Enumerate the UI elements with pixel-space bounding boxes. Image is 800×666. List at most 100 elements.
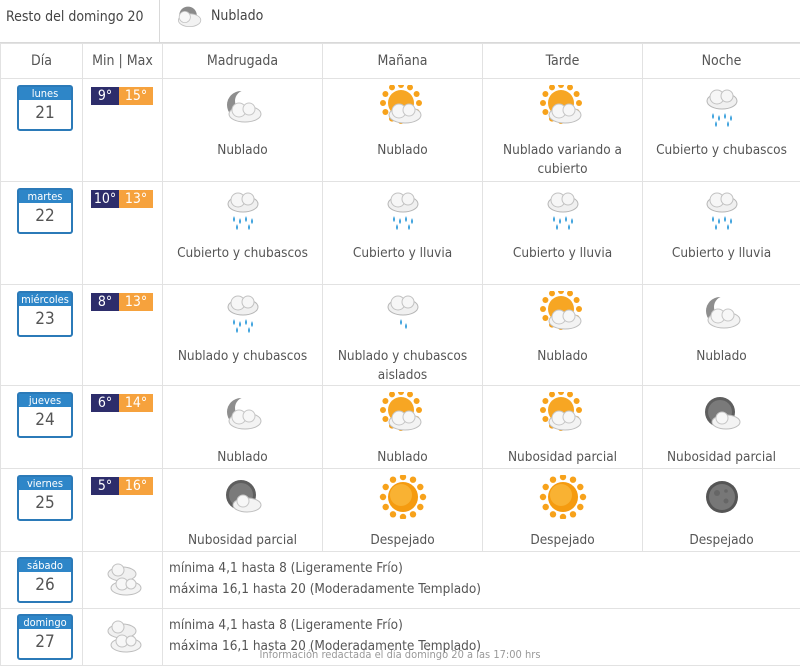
calendar-badge: miércoles23 — [17, 291, 73, 337]
period-cell: Nubosidad parcial — [483, 386, 643, 469]
period-condition: Nubosidad parcial — [483, 448, 642, 467]
cloud-rain-icon — [163, 188, 322, 232]
day-number: 26 — [19, 572, 71, 599]
calendar-badge: jueves24 — [17, 392, 73, 438]
period-cell: Nublado y chubascos — [163, 285, 323, 386]
current-condition-bar: Resto del domingo 20 Nublado — [0, 0, 800, 43]
sun-cloud-icon — [483, 291, 642, 335]
ext-min-line: mínima 4,1 hasta 8 (Ligeramente Frío) — [169, 615, 794, 636]
period-cell: Nublado — [323, 386, 483, 469]
period-condition: Nubosidad parcial — [163, 531, 322, 550]
cloud-light-rain-icon — [323, 291, 482, 335]
moon-cloud-icon — [163, 85, 322, 129]
day-number: 25 — [19, 490, 71, 517]
sun-cloud-icon — [323, 85, 482, 129]
period-cell: Nubosidad parcial — [643, 386, 800, 469]
period-condition: Cubierto y lluvia — [483, 244, 642, 263]
period-cell: Nubosidad parcial — [163, 469, 323, 552]
period-condition: Nublado — [323, 141, 482, 160]
day-name: viernes — [19, 477, 71, 490]
period-cell: Despejado — [643, 469, 800, 552]
period-condition: Cubierto y lluvia — [643, 244, 800, 263]
period-cell: Nublado — [163, 79, 323, 182]
col-manana: Mañana — [323, 44, 483, 79]
moon-icon — [643, 475, 800, 519]
period-condition: Cubierto y chubascos — [643, 141, 800, 160]
period-condition: Nublado y chubascos — [163, 347, 322, 366]
period-cell: Nublado y chubascos aislados — [323, 285, 483, 386]
day-cell: sábado26 — [1, 552, 83, 609]
calendar-badge: lunes21 — [17, 85, 73, 131]
day-name: miércoles — [19, 293, 71, 306]
period-condition: Despejado — [323, 531, 482, 550]
day-row-lunes: lunes219°15°NubladoNubladoNublado varian… — [1, 79, 800, 182]
sun-cloud-icon — [323, 392, 482, 436]
sun-icon — [323, 475, 482, 519]
period-cell: Cubierto y lluvia — [323, 182, 483, 285]
minmax-cell: 6°14° — [83, 386, 163, 469]
moon-cloud-icon — [643, 291, 800, 335]
cloud-rain-icon — [643, 85, 800, 129]
minmax-cell: 9°15° — [83, 79, 163, 182]
ext-icon-cell — [83, 552, 163, 609]
period-cell: Nublado — [163, 386, 323, 469]
col-noche: Noche — [643, 44, 800, 79]
min-temp: 8° — [91, 293, 119, 311]
day-name: martes — [19, 190, 71, 203]
period-cell: Nublado variando a cubierto — [483, 79, 643, 182]
min-temp: 6° — [91, 394, 119, 412]
moon-cloud-icon — [163, 392, 322, 436]
period-condition: Nublado — [643, 347, 800, 366]
minmax-cell: 10°13° — [83, 182, 163, 285]
period-condition: Nublado variando a cubierto — [483, 141, 642, 179]
calendar-badge: sábado26 — [17, 557, 73, 603]
current-condition-text: Nublado — [211, 0, 263, 32]
footer-note: Información redactada el día domingo 20 … — [0, 648, 800, 662]
day-name: domingo — [19, 616, 71, 629]
day-row-jueves: jueves246°14°NubladoNubladoNubosidad par… — [1, 386, 800, 469]
day-row-miércoles: miércoles238°13°Nublado y chubascosNubla… — [1, 285, 800, 386]
day-name: sábado — [19, 559, 71, 572]
minmax-cell: 5°16° — [83, 469, 163, 552]
period-condition: Cubierto y lluvia — [323, 244, 482, 263]
col-tarde: Tarde — [483, 44, 643, 79]
min-temp: 5° — [91, 477, 119, 495]
forecast-table: Día Min | Max Madrugada Mañana Tarde Noc… — [0, 43, 800, 666]
cloud-rain-icon — [643, 188, 800, 232]
rest-of-day-label: Resto del domingo 20 — [0, 0, 160, 42]
cloud-rain-icon — [163, 291, 322, 335]
day-row-viernes: viernes255°16°Nubosidad parcialDespejado… — [1, 469, 800, 552]
calendar-badge: viernes25 — [17, 475, 73, 521]
max-temp: 16° — [119, 477, 153, 495]
sun-icon — [483, 475, 642, 519]
max-temp: 13° — [119, 190, 153, 208]
max-temp: 13° — [119, 293, 153, 311]
min-temp: 10° — [91, 190, 119, 208]
col-day: Día — [1, 44, 83, 79]
period-condition: Nublado — [163, 141, 322, 160]
period-cell: Nublado — [483, 285, 643, 386]
max-temp: 15° — [119, 87, 153, 105]
period-condition: Nublado — [323, 448, 482, 467]
day-name: lunes — [19, 87, 71, 100]
col-madrugada: Madrugada — [163, 44, 323, 79]
cloud-rain-icon — [323, 188, 482, 232]
day-cell: lunes21 — [1, 79, 83, 182]
calendar-badge: martes22 — [17, 188, 73, 234]
period-condition: Despejado — [483, 531, 642, 550]
min-temp: 9° — [91, 87, 119, 105]
clouds-icon — [83, 560, 162, 600]
period-condition: Despejado — [643, 531, 800, 550]
period-condition: Nublado — [483, 347, 642, 366]
period-cell: Nublado — [643, 285, 800, 386]
day-cell: jueves24 — [1, 386, 83, 469]
period-cell: Despejado — [323, 469, 483, 552]
extended-row-sábado: sábado26 mínima 4,1 hasta 8 (Ligeramente … — [1, 552, 800, 609]
period-cell: Nublado — [323, 79, 483, 182]
period-cell: Cubierto y lluvia — [483, 182, 643, 285]
period-cell: Cubierto y chubascos — [643, 79, 800, 182]
period-condition: Nubosidad parcial — [643, 448, 800, 467]
ext-text-cell: mínima 4,1 hasta 8 (Ligeramente Frío)máx… — [163, 552, 800, 609]
table-header-row: Día Min | Max Madrugada Mañana Tarde Noc… — [1, 44, 800, 79]
day-name: jueves — [19, 394, 71, 407]
